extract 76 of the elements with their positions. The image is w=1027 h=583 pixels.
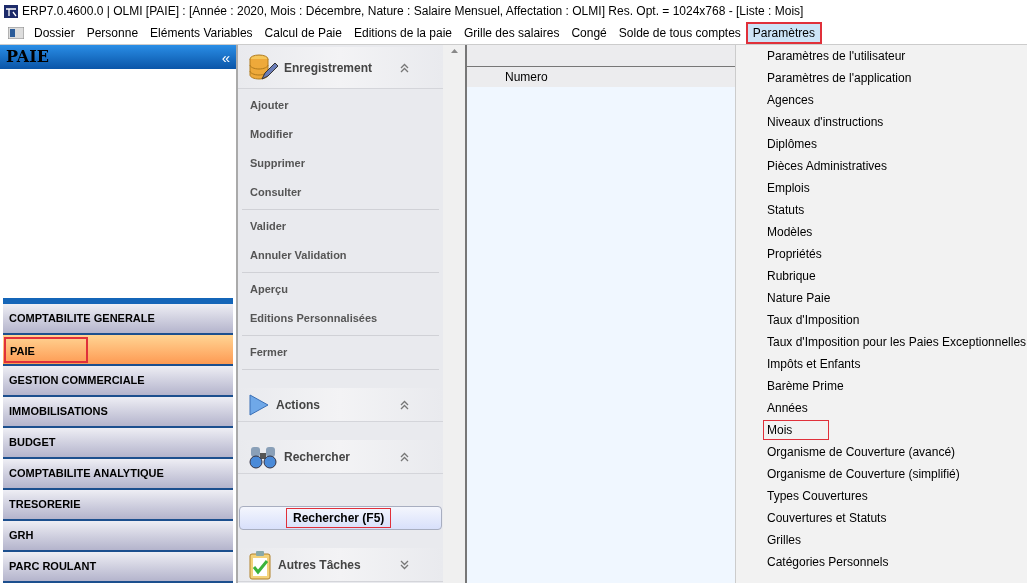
task-link[interactable]: Ajouter: [242, 91, 439, 120]
menu-item[interactable]: Solde de tous comptes: [612, 23, 747, 43]
menu-item[interactable]: Grille des salaires: [458, 23, 566, 43]
module-button[interactable]: PAIE: [3, 335, 233, 364]
task-link[interactable]: Annuler Validation: [242, 241, 439, 270]
sidebar-title: PAIE: [6, 46, 49, 68]
scroll-up-icon[interactable]: [450, 49, 458, 53]
task-link[interactable]: Editions Personnalisées: [242, 304, 439, 333]
dropdown-item[interactable]: Grilles: [767, 531, 801, 549]
dropdown-item[interactable]: Mois: [763, 420, 829, 440]
double-chevron-up-icon[interactable]: [400, 451, 409, 462]
module-button[interactable]: BUDGET: [3, 428, 233, 457]
collapse-button[interactable]: «: [221, 49, 230, 65]
module-button[interactable]: COMPTABILITE GENERALE: [3, 304, 233, 333]
menu-item[interactable]: Eléments Variables: [144, 23, 259, 43]
database-pencil-icon: [248, 52, 278, 83]
task-link[interactable]: Valider: [242, 212, 439, 241]
task-link[interactable]: Consulter: [242, 178, 439, 207]
module-button[interactable]: PARC ROULANT: [3, 552, 233, 581]
section-title: Rechercher: [284, 448, 352, 466]
dropdown-item[interactable]: Taux d'Imposition pour les Paies Exceptionnelles: [767, 333, 1027, 351]
dropdown-item[interactable]: Organisme de Couverture (simplifié): [767, 465, 960, 483]
task-link[interactable]: Modifier: [242, 120, 439, 149]
double-chevron-up-icon[interactable]: [400, 399, 409, 410]
dropdown-item[interactable]: Paramètres de l'application: [767, 69, 912, 87]
menu-item[interactable]: Congé: [565, 23, 613, 43]
menu-item[interactable]: Personne: [80, 23, 145, 43]
dropdown-item[interactable]: Couvertures et Statuts: [767, 509, 887, 527]
section-header[interactable]: Rechercher: [238, 440, 443, 474]
task-link[interactable]: Aperçu: [242, 275, 439, 304]
section-header[interactable]: Actions: [238, 388, 443, 422]
dropdown-item[interactable]: Agences: [767, 91, 814, 109]
dropdown-item[interactable]: Modèles: [767, 223, 813, 241]
dropdown-item[interactable]: Niveaux d'instructions: [767, 113, 884, 131]
module-button[interactable]: TRESORERIE: [3, 490, 233, 519]
dropdown-item[interactable]: Emplois: [767, 179, 810, 197]
dropdown-item[interactable]: Paramètres de l'utilisateur: [767, 47, 906, 65]
double-chevron-down-icon[interactable]: [400, 559, 409, 570]
dropdown-item[interactable]: Diplômes: [767, 135, 817, 153]
dropdown-item[interactable]: Catégories Personnels: [767, 553, 889, 571]
scrollbar[interactable]: [443, 45, 465, 583]
menu-item[interactable]: Calcul de Paie: [258, 23, 348, 43]
dropdown-item[interactable]: Années: [767, 399, 808, 417]
dropdown-item[interactable]: Rubrique: [767, 267, 816, 285]
section-header[interactable]: Autres Tâches: [238, 548, 443, 582]
menu-item[interactable]: Dossier: [28, 23, 81, 43]
dropdown-item[interactable]: Nature Paie: [767, 289, 831, 307]
section-title: Autres Tâches: [278, 556, 362, 574]
dropdown-item[interactable]: Barème Prime: [767, 377, 844, 395]
module-button[interactable]: IMMOBILISATIONS: [3, 397, 233, 426]
task-link[interactable]: Supprimer: [242, 149, 439, 178]
module-button[interactable]: COMPTABILITE ANALYTIQUE: [3, 459, 233, 488]
dropdown-item[interactable]: Statuts: [767, 201, 805, 219]
double-chevron-up-icon[interactable]: [400, 62, 409, 73]
dropdown-item[interactable]: Types Couvertures: [767, 487, 868, 505]
search-button[interactable]: Rechercher (F5): [239, 506, 442, 530]
window-title: ERP7.0.4600.0 | OLMI [PAIE] : [Année : 2020, Mois : Décembre, Nature : Salaire Mensuel, Affectation : OLMI] Res. Opt. = 1024x768 - [Liste : Mois]: [22, 3, 804, 20]
dropdown-item[interactable]: Propriétés: [767, 245, 822, 263]
clipboard-check-icon: [248, 549, 272, 580]
section-title: Enregistrement: [284, 59, 374, 77]
module-button[interactable]: GESTION COMMERCIALE: [3, 366, 233, 395]
section-header[interactable]: Enregistrement: [238, 47, 443, 89]
dropdown-item[interactable]: Organisme de Couverture (avancé): [767, 443, 956, 461]
module-button[interactable]: GRH: [3, 521, 233, 550]
play-icon: [248, 392, 270, 417]
section-title: Actions: [276, 396, 321, 414]
menu-item[interactable]: Editions de la paie: [347, 23, 459, 43]
app-logo-icon: [4, 4, 18, 18]
dropdown-item[interactable]: Pièces Administratives: [767, 157, 888, 175]
splitter-handle[interactable]: [3, 298, 233, 304]
window-icon[interactable]: [8, 27, 24, 39]
task-link[interactable]: Fermer: [242, 338, 439, 367]
column-header[interactable]: Numero: [505, 68, 548, 86]
menu-item[interactable]: Paramètres: [746, 23, 821, 43]
dropdown-item[interactable]: Taux d'Imposition: [767, 311, 860, 329]
dropdown-item[interactable]: Impôts et Enfants: [767, 355, 861, 373]
